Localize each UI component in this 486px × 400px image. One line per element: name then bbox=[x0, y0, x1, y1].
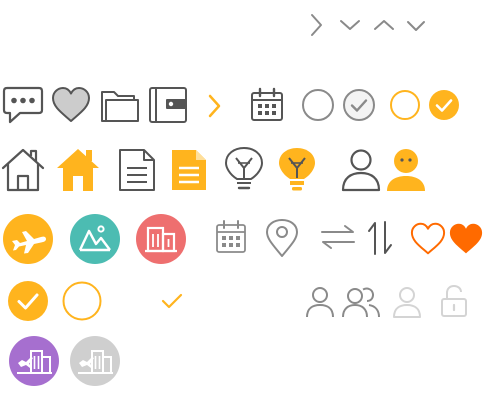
heart-filled-icon[interactable] bbox=[448, 222, 484, 256]
home-filled-icon bbox=[55, 146, 101, 192]
radio-unchecked-amber-icon[interactable] bbox=[389, 89, 421, 121]
landscape-icon bbox=[70, 214, 120, 264]
lightbulb-outline-icon bbox=[224, 146, 264, 192]
person-disabled-icon bbox=[392, 286, 422, 318]
chevron-up-icon[interactable] bbox=[373, 18, 395, 32]
checkmark-icon bbox=[160, 292, 184, 310]
wallet-icon bbox=[148, 86, 188, 124]
radio-checked-gray-icon[interactable] bbox=[342, 88, 376, 122]
chevron-right-icon[interactable] bbox=[309, 13, 323, 37]
people-icon bbox=[342, 286, 380, 318]
home-outline-icon bbox=[0, 146, 46, 192]
chevron-down-icon[interactable] bbox=[339, 18, 361, 32]
unlock-icon[interactable] bbox=[440, 284, 468, 318]
radio-checked-amber-icon[interactable] bbox=[428, 89, 460, 121]
heart-filled-gray-icon bbox=[51, 86, 91, 124]
flight-icon bbox=[3, 214, 53, 264]
folder-icon bbox=[100, 88, 140, 124]
user-outline-icon bbox=[341, 148, 381, 192]
icon-sprite-sheet: { "sheet": { "title": "" }, "colors": { … bbox=[0, 0, 486, 400]
hotel-flight-disabled-icon bbox=[70, 336, 120, 386]
chat-bubble-icon bbox=[2, 86, 44, 124]
location-pin-icon bbox=[264, 218, 300, 258]
radio-unchecked-icon[interactable] bbox=[301, 88, 335, 122]
chevron-right-amber-icon[interactable] bbox=[207, 94, 221, 118]
calendar-light-icon bbox=[215, 220, 247, 254]
document-outline-icon bbox=[118, 148, 156, 192]
calendar-icon bbox=[250, 87, 284, 122]
swap-horizontal-icon[interactable] bbox=[320, 224, 356, 250]
swap-vertical-icon[interactable] bbox=[366, 220, 394, 256]
hotel-flight-icon bbox=[9, 336, 59, 386]
checkbox-checked-icon[interactable] bbox=[8, 281, 48, 321]
lightbulb-filled-icon bbox=[277, 146, 317, 192]
checkbox-unchecked-icon[interactable] bbox=[62, 281, 102, 321]
user-filled-icon bbox=[386, 148, 426, 192]
document-filled-icon bbox=[170, 148, 208, 192]
building-icon bbox=[136, 214, 186, 264]
heart-outline-icon[interactable] bbox=[410, 222, 446, 256]
chevron-down-small-icon[interactable] bbox=[406, 20, 426, 32]
person-icon bbox=[305, 286, 335, 318]
